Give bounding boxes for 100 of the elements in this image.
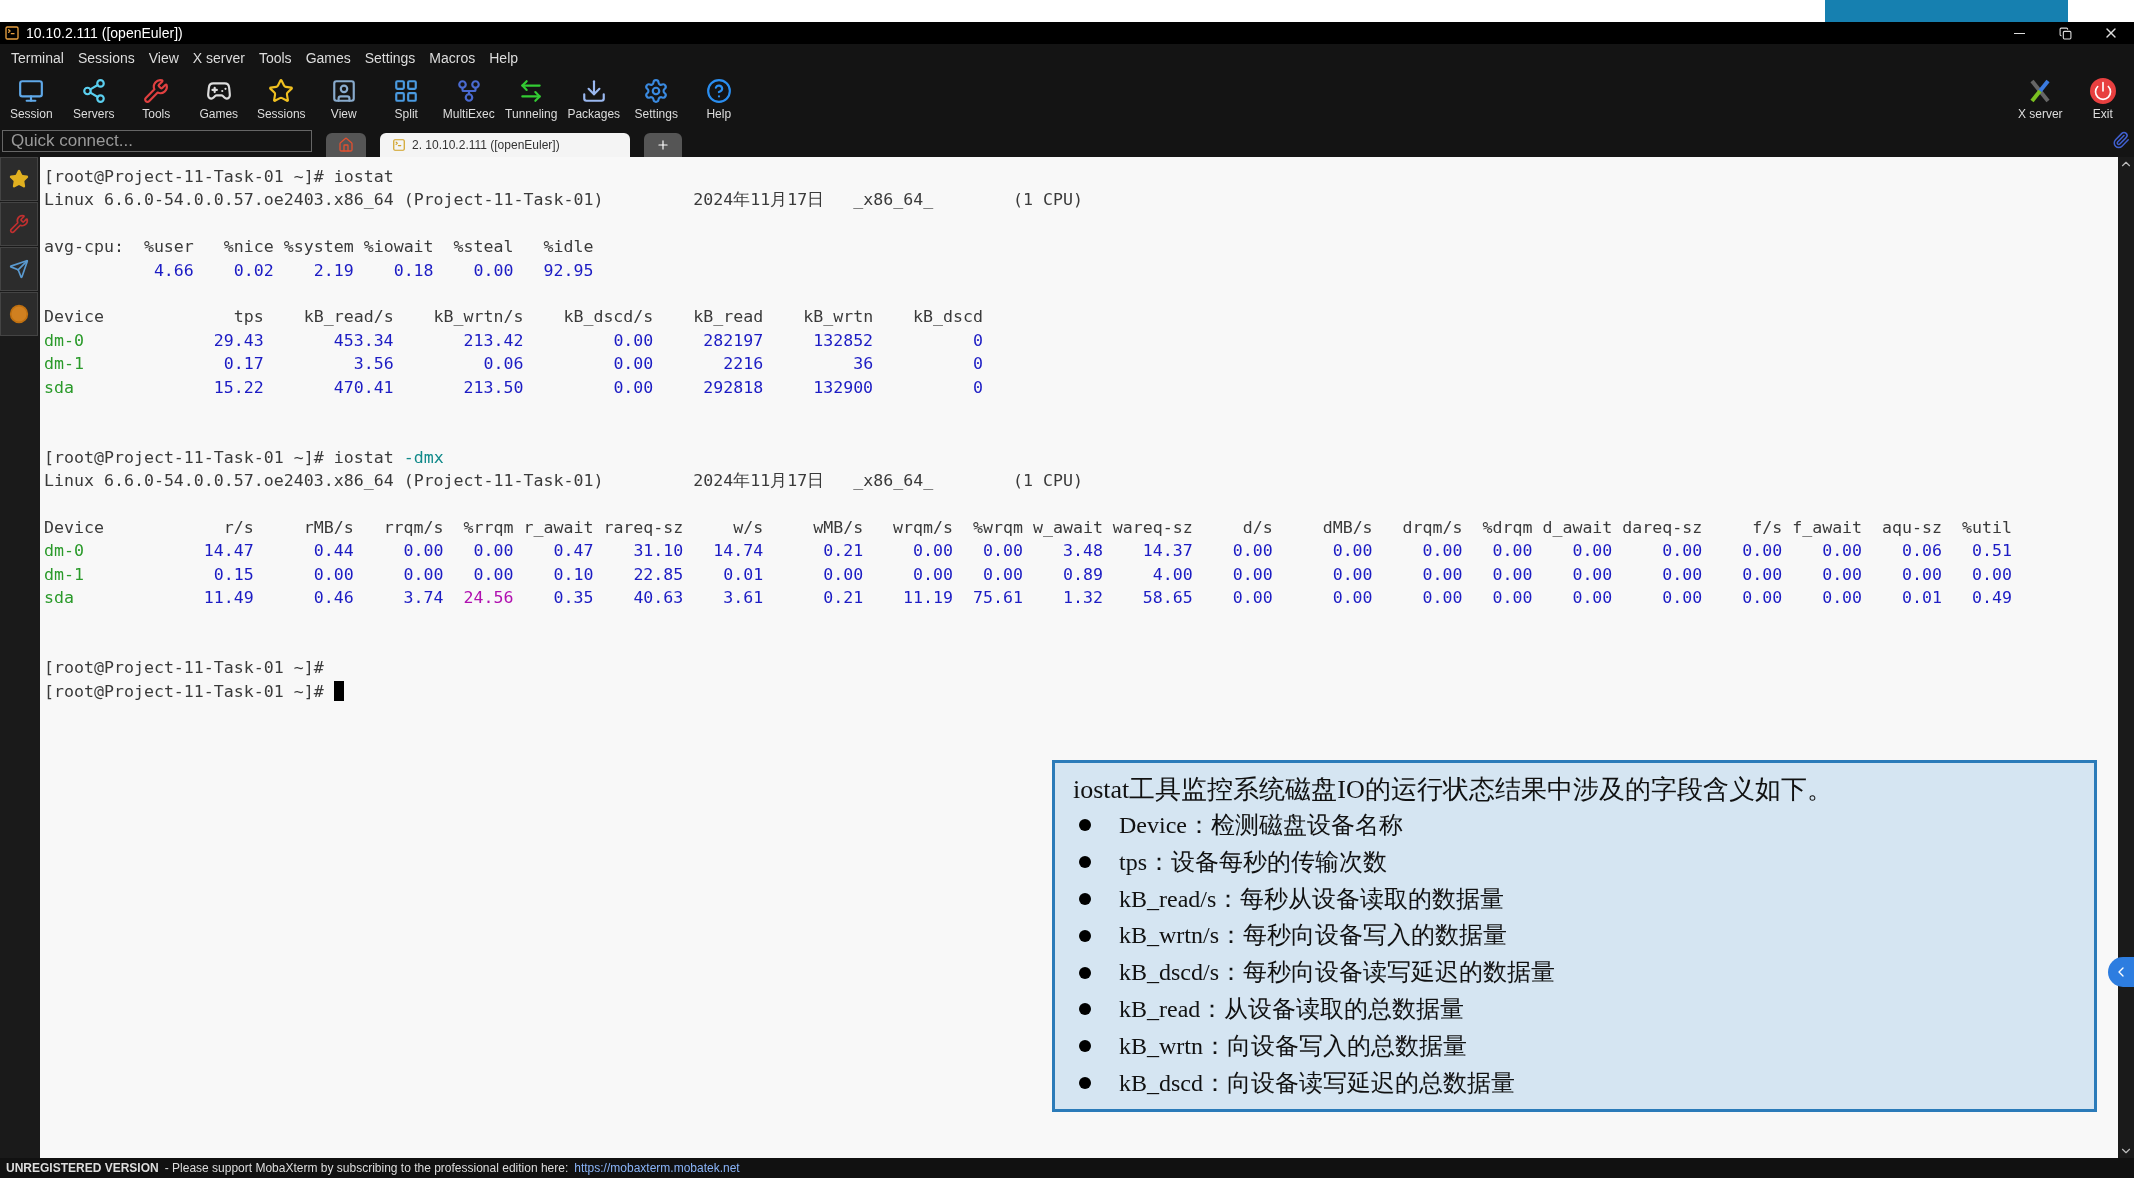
monitor-icon	[18, 77, 45, 104]
toolbar-button[interactable]: Tunneling	[500, 72, 563, 126]
column-header: dareq-sz	[1621, 516, 1703, 539]
column-header: %wrqm	[972, 516, 1023, 539]
wrench-icon	[9, 214, 29, 234]
column-header: dMB/s	[1321, 516, 1373, 539]
table-cell-text: 31.10	[632, 540, 684, 563]
sidebar-button[interactable]	[0, 157, 38, 201]
terminal-icon	[392, 138, 406, 152]
column-header: r_await	[522, 516, 594, 539]
window-title: 10.10.2.111 ([openEuler])	[26, 25, 184, 41]
arch-text: _x86_64_	[853, 470, 935, 493]
table-cell-text: 2.19	[312, 259, 354, 282]
bullet-icon	[1079, 1003, 1091, 1016]
toolbar-button[interactable]: Servers	[62, 72, 125, 126]
toolbar-button[interactable]: Settings	[625, 72, 688, 126]
table-cell-text: 453.34	[332, 329, 394, 352]
website-link[interactable]: https://mobaxterm.mobatek.net	[574, 1161, 740, 1175]
annotation-item: Device：检测磁盘设备名称	[1119, 811, 1403, 840]
table-cell-text: 0.00	[612, 329, 654, 352]
menu-item[interactable]: Tools	[251, 50, 299, 66]
session-tab[interactable]: 2. 10.10.2.111 ([openEuler])	[380, 133, 630, 157]
toolbar-button[interactable]: X server	[2009, 72, 2072, 126]
sidebar-button[interactable]	[0, 292, 38, 336]
restore-icon	[2058, 26, 2072, 40]
column-header: f_await	[1791, 516, 1863, 539]
column-header: %rrqm	[462, 516, 514, 539]
toolbar-button[interactable]: Packages	[562, 72, 625, 126]
table-cell-text: 2216	[722, 353, 764, 376]
app-icon	[4, 25, 20, 41]
column-header: Device	[44, 516, 105, 539]
table-cell-text: 0.00	[1421, 563, 1463, 586]
toolbar-button[interactable]: Exit	[2071, 72, 2134, 126]
table-cell-text: 0.00	[822, 563, 864, 586]
menu-item[interactable]: Help	[482, 50, 526, 66]
table-cell-text: 0.00	[1231, 540, 1273, 563]
home-icon	[338, 137, 354, 153]
command-text: iostat	[332, 446, 394, 469]
column-header: kB_wrtn	[802, 306, 874, 329]
table-cell-text: 0.00	[472, 540, 514, 563]
quick-connect-field[interactable]: Quick connect...	[2, 130, 312, 152]
table-cell-text: 0.00	[982, 540, 1023, 563]
table-cell-text: 0.06	[482, 353, 524, 376]
toolbar-button[interactable]: Session	[0, 72, 63, 126]
table-cell-text: 36	[852, 353, 874, 376]
bullet-icon	[1079, 893, 1091, 905]
sidebar-button[interactable]	[0, 247, 38, 291]
bullet-icon	[1079, 1076, 1091, 1089]
annotation-item: kB_read/s：每秒从设备读取的数据量	[1119, 884, 1505, 914]
column-header: rareq-sz	[602, 516, 684, 539]
menu-item[interactable]: Sessions	[70, 50, 142, 66]
table-cell-text: 0.00	[1741, 540, 1783, 563]
table-cell-text: 0.21	[822, 587, 864, 610]
menu-item[interactable]: X server	[185, 50, 252, 66]
menu-item[interactable]: Games	[298, 50, 358, 66]
table-cell-text: 0.00	[912, 563, 954, 586]
menu-item[interactable]: Terminal	[4, 50, 71, 66]
table-cell-text: 0.44	[312, 540, 354, 563]
annotation-item: kB_dscd：向设备读写延迟的总数据量	[1119, 1068, 1515, 1098]
table-cell-text: 0.35	[552, 587, 594, 610]
table-cell-text: 58.65	[1141, 587, 1193, 610]
table-cell-text: 282197	[702, 329, 764, 352]
column-header: r/s	[222, 516, 254, 539]
table-cell-text: 0.15	[212, 563, 254, 586]
bullet-icon	[1079, 856, 1091, 869]
paperclip-icon[interactable]	[2112, 131, 2130, 149]
network-icon	[80, 77, 107, 104]
column-header: avg-cpu:	[44, 236, 125, 259]
toolbar-button[interactable]: View	[312, 72, 375, 126]
settings-icon	[643, 77, 670, 104]
table-cell-text: 0.00	[1421, 540, 1463, 563]
menu-item[interactable]: View	[141, 50, 186, 66]
table-cell-text: 213.50	[462, 376, 524, 399]
table-cell-text: 3.61	[722, 587, 764, 610]
terminal-area[interactable]	[40, 157, 2118, 1158]
new-tab-button[interactable]	[644, 133, 682, 157]
toolbar-button[interactable]: Split	[375, 72, 438, 126]
column-header: d_await	[1541, 516, 1613, 539]
table-cell-text: 0.00	[1331, 563, 1373, 586]
table-cell-text: 75.61	[972, 587, 1023, 610]
toolbar-button[interactable]: Help	[687, 72, 750, 126]
toolbar-button[interactable]: Tools	[125, 72, 188, 126]
help-icon	[705, 77, 732, 104]
home-tab[interactable]	[326, 133, 366, 157]
toolbar-button[interactable]: Games	[187, 72, 250, 126]
command-text: iostat	[332, 166, 394, 188]
column-header: rrqm/s	[382, 516, 444, 539]
device-name: sda	[44, 376, 75, 399]
toolbar-button[interactable]: Sessions	[250, 72, 313, 126]
table-cell-text: 0.00	[472, 259, 514, 282]
toolbar-button[interactable]: MultiExec	[437, 72, 500, 126]
device-name: sda	[44, 587, 75, 610]
menu-item[interactable]: Settings	[357, 50, 423, 66]
table-cell-text: 0	[972, 329, 983, 352]
table-cell-text: 0.06	[1901, 540, 1943, 563]
table-cell-text: 0.00	[402, 540, 444, 563]
table-cell-text: 0	[972, 353, 983, 376]
plus-icon	[656, 138, 670, 152]
table-cell-text: 0.00	[1741, 563, 1783, 586]
menu-item[interactable]: Macros	[422, 50, 483, 66]
